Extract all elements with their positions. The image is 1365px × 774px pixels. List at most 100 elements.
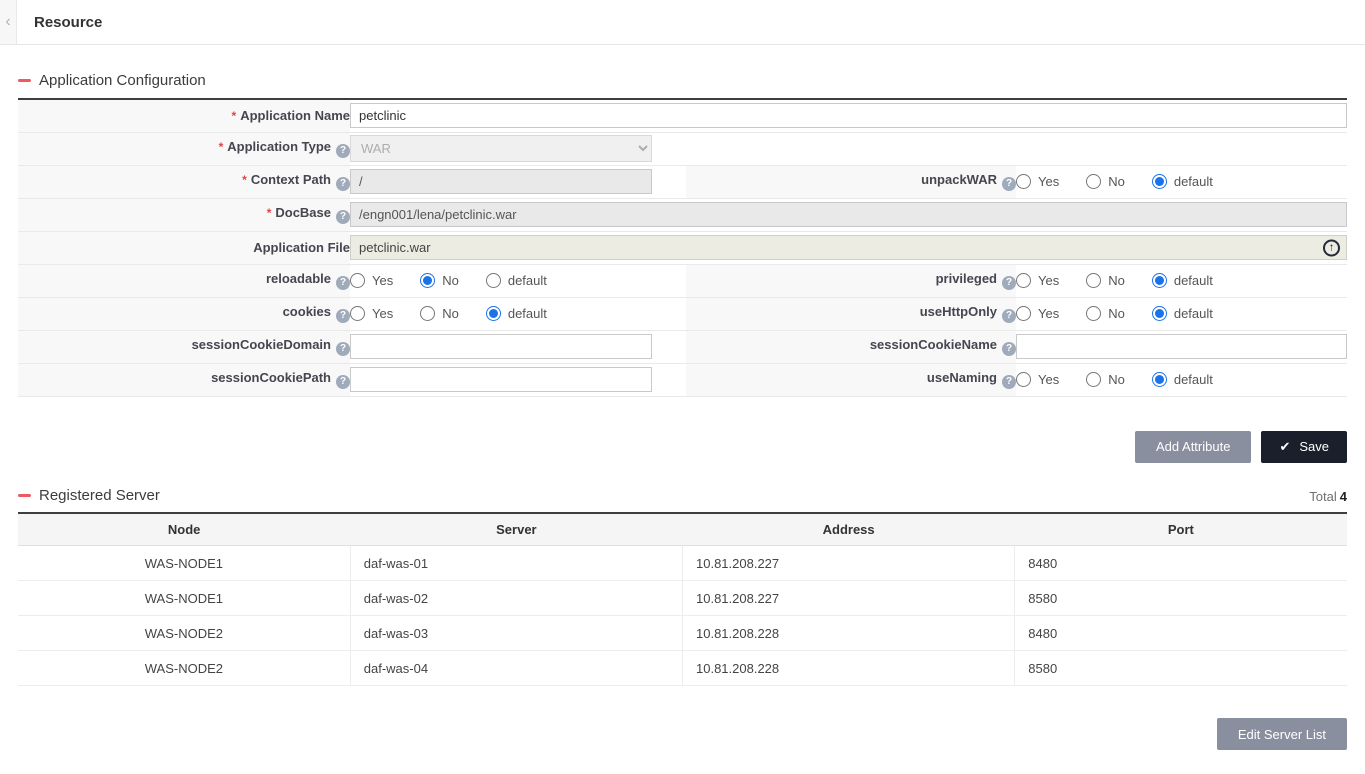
privileged-label-cell: privileged? [686,264,1016,297]
sessioncookiename-input[interactable] [1016,334,1347,359]
application-name-input[interactable] [350,103,1347,128]
unpackwar-label-cell: unpackWAR? [686,165,1016,198]
docbase-input [350,202,1347,227]
usenaming-no-radio[interactable] [1086,372,1101,387]
unpackwar-yes-option[interactable]: Yes [1016,174,1059,189]
unpackwar-default-radio[interactable] [1152,174,1167,189]
total-value: 4 [1340,489,1347,504]
cookies-no-option[interactable]: No [420,306,459,321]
cookies-yes-option[interactable]: Yes [350,306,393,321]
total-count: Total4 [1309,489,1347,504]
help-icon[interactable]: ? [336,375,350,389]
help-icon[interactable]: ? [1002,375,1016,389]
add-attribute-button[interactable]: Add Attribute [1135,431,1251,463]
cell-node: WAS-NODE2 [18,651,350,686]
help-icon[interactable]: ? [336,276,350,290]
usenaming-default-radio[interactable] [1152,372,1167,387]
context-path-label-cell: *Context Path? [18,165,350,198]
usehttponly-no-radio[interactable] [1086,306,1101,321]
privileged-no-option[interactable]: No [1086,273,1125,288]
privileged-yes-option[interactable]: Yes [1016,273,1059,288]
radio-label: No [1108,174,1125,189]
required-marker: * [232,109,237,123]
usehttponly-yes-option[interactable]: Yes [1016,306,1059,321]
back-button[interactable]: ‹ [0,0,17,44]
usehttponly-input-cell: Yes No default [1016,297,1347,330]
privileged-no-radio[interactable] [1086,273,1101,288]
help-icon[interactable]: ? [336,177,350,191]
reloadable-input-cell: Yes No default [350,264,686,297]
cookies-label: cookies [283,304,331,319]
application-type-label: Application Type [227,139,331,154]
docbase-input-cell [350,198,1347,231]
usenaming-yes-option[interactable]: Yes [1016,372,1059,387]
application-config-form: *Application Name *Application Type? WAR [18,98,1347,397]
required-marker: * [267,206,272,220]
sessioncookiedomain-input[interactable] [350,334,652,359]
registered-server-header: Registered Server Total4 [18,487,1347,504]
help-icon[interactable]: ? [336,342,350,356]
cookies-default-option[interactable]: default [486,306,547,321]
required-marker: * [219,140,224,154]
sessioncookiepath-input[interactable] [350,367,652,392]
privileged-yes-radio[interactable] [1016,273,1031,288]
radio-label: Yes [1038,174,1059,189]
cell-server: daf-was-04 [350,651,682,686]
radio-label: No [1108,372,1125,387]
usehttponly-label: useHttpOnly [920,304,997,319]
form-row-application-file: Application File ↑ [18,231,1347,264]
usenaming-yes-radio[interactable] [1016,372,1031,387]
privileged-default-option[interactable]: default [1152,273,1213,288]
usenaming-default-option[interactable]: default [1152,372,1213,387]
usehttponly-default-option[interactable]: default [1152,306,1213,321]
check-icon: ✔ [1279,439,1290,455]
unpackwar-label: unpackWAR [921,172,997,187]
usehttponly-yes-radio[interactable] [1016,306,1031,321]
application-type-input-cell: WAR [350,132,1347,165]
cookies-default-radio[interactable] [486,306,501,321]
cookies-no-radio[interactable] [420,306,435,321]
radio-label: default [508,306,547,321]
privileged-input-cell: Yes No default [1016,264,1347,297]
privileged-default-radio[interactable] [1152,273,1167,288]
reloadable-default-option[interactable]: default [486,273,547,288]
help-icon[interactable]: ? [336,144,350,158]
application-file-input-cell: ↑ [350,231,1347,264]
page-header: ‹ Resource [0,0,1365,45]
usenaming-radio-group: Yes No default [1016,372,1347,387]
cell-address: 10.81.208.228 [683,616,1015,651]
help-icon[interactable]: ? [1002,177,1016,191]
cell-port: 8580 [1015,581,1347,616]
application-name-label-cell: *Application Name [18,99,350,132]
unpackwar-no-radio[interactable] [1086,174,1101,189]
cookies-yes-radio[interactable] [350,306,365,321]
unpackwar-yes-radio[interactable] [1016,174,1031,189]
reloadable-no-radio[interactable] [420,273,435,288]
help-icon[interactable]: ? [1002,276,1016,290]
form-row-session-cookie-path: sessionCookiePath? useNaming? Yes [18,363,1347,396]
usehttponly-no-option[interactable]: No [1086,306,1125,321]
radio-label: default [1174,174,1213,189]
help-icon[interactable]: ? [1002,309,1016,323]
unpackwar-no-option[interactable]: No [1086,174,1125,189]
column-header-server: Server [350,513,682,546]
unpackwar-default-option[interactable]: default [1152,174,1213,189]
reloadable-default-radio[interactable] [486,273,501,288]
reloadable-yes-option[interactable]: Yes [350,273,393,288]
radio-label: Yes [1038,372,1059,387]
server-table-row: WAS-NODE1 daf-was-01 10.81.208.227 8480 [18,546,1347,581]
upload-icon[interactable]: ↑ [1323,239,1340,256]
help-icon[interactable]: ? [1002,342,1016,356]
edit-server-list-button[interactable]: Edit Server List [1217,718,1347,750]
usehttponly-default-radio[interactable] [1152,306,1167,321]
cookies-input-cell: Yes No default [350,297,686,330]
radio-label: default [1174,273,1213,288]
help-icon[interactable]: ? [336,210,350,224]
column-header-address: Address [683,513,1015,546]
help-icon[interactable]: ? [336,309,350,323]
save-button[interactable]: ✔ Save [1261,431,1347,463]
reloadable-no-option[interactable]: No [420,273,459,288]
usenaming-no-option[interactable]: No [1086,372,1125,387]
reloadable-yes-radio[interactable] [350,273,365,288]
privileged-label: privileged [936,271,997,286]
